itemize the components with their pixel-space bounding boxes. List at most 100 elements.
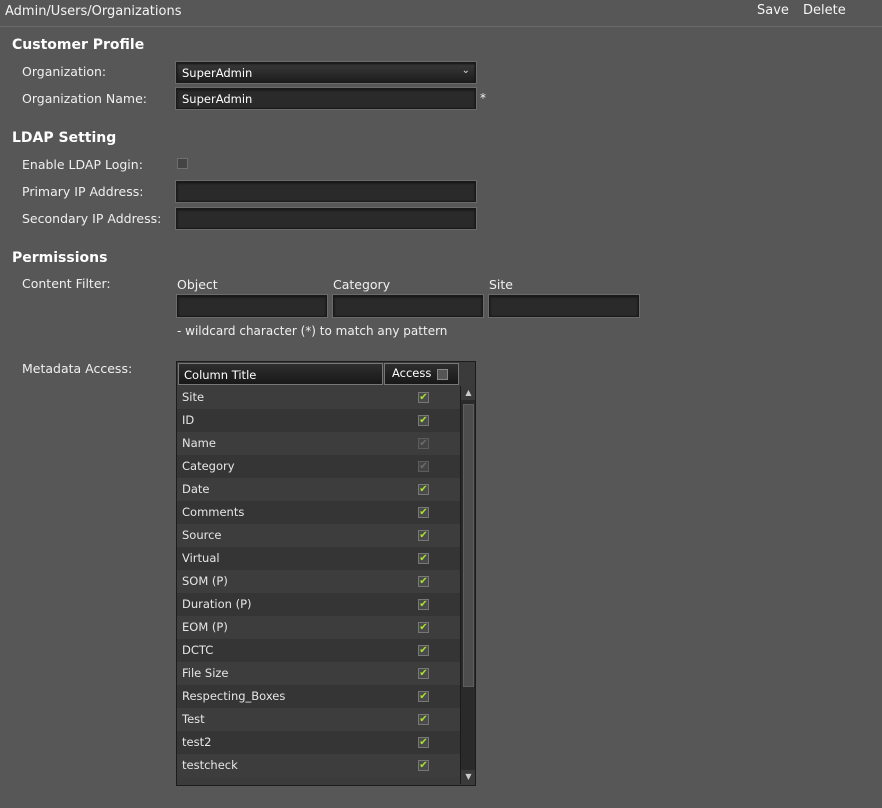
check-icon: ✔ xyxy=(419,553,428,564)
access-checkbox[interactable]: ✔ xyxy=(418,507,429,518)
check-icon: ✔ xyxy=(419,461,428,472)
customer-profile-heading: Customer Profile xyxy=(12,37,145,53)
table-row[interactable]: Respecting_Boxes ✔ xyxy=(177,685,460,708)
check-icon: ✔ xyxy=(419,530,428,541)
table-row[interactable]: ID ✔ xyxy=(177,409,460,432)
permissions-heading: Permissions xyxy=(12,250,108,266)
table-row[interactable]: DCTC ✔ xyxy=(177,639,460,662)
filter-category-input[interactable] xyxy=(333,295,483,317)
table-row[interactable]: Category ✔ xyxy=(177,455,460,478)
table-row[interactable]: SOM (P) ✔ xyxy=(177,570,460,593)
column-title-cell: DCTC xyxy=(182,643,214,657)
column-title-cell: testcheck xyxy=(182,758,238,772)
access-checkbox[interactable]: ✔ xyxy=(418,645,429,656)
access-checkbox[interactable]: ✔ xyxy=(418,760,429,771)
table-row[interactable]: Comments ✔ xyxy=(177,501,460,524)
table-row[interactable]: Name ✔ xyxy=(177,432,460,455)
access-checkbox: ✔ xyxy=(418,438,429,449)
filter-category-header: Category xyxy=(333,277,391,292)
column-title-cell: test2 xyxy=(182,735,212,749)
table-row[interactable]: EOM (P) ✔ xyxy=(177,616,460,639)
check-icon: ✔ xyxy=(419,438,428,449)
access-checkbox[interactable]: ✔ xyxy=(418,737,429,748)
check-icon: ✔ xyxy=(419,737,428,748)
table-row[interactable]: Source ✔ xyxy=(177,524,460,547)
check-icon: ✔ xyxy=(419,392,428,403)
wildcard-hint: - wildcard character (*) to match any pa… xyxy=(177,324,448,338)
content-filter-label: Content Filter: xyxy=(22,276,111,291)
check-icon: ✔ xyxy=(419,714,428,725)
primary-ip-input[interactable] xyxy=(176,181,476,202)
check-icon: ✔ xyxy=(419,415,428,426)
check-icon: ✔ xyxy=(419,576,428,587)
delete-button[interactable]: Delete xyxy=(803,3,846,18)
organization-select-value: SuperAdmin xyxy=(182,66,253,80)
chevron-down-icon: ⌄ xyxy=(461,65,470,76)
access-checkbox: ✔ xyxy=(418,461,429,472)
column-title-cell: Respecting_Boxes xyxy=(182,689,286,703)
access-checkbox[interactable]: ✔ xyxy=(418,530,429,541)
scroll-down-icon[interactable]: ▼ xyxy=(461,770,475,784)
grid-scrollbar[interactable]: ▲ ▼ xyxy=(460,386,475,784)
primary-ip-label: Primary IP Address: xyxy=(22,184,144,199)
table-row[interactable]: Site ✔ xyxy=(177,386,460,409)
check-icon: ✔ xyxy=(419,507,428,518)
organization-label: Organization: xyxy=(22,64,107,79)
grid-header: Column Title Access xyxy=(177,362,460,386)
column-title-cell: Site xyxy=(182,390,205,404)
organization-name-label: Organization Name: xyxy=(22,91,147,106)
column-title-cell: Duration (P) xyxy=(182,597,252,611)
enable-ldap-label: Enable LDAP Login: xyxy=(22,157,143,172)
column-title-cell: Name xyxy=(182,436,216,450)
table-row[interactable]: Duration (P) ✔ xyxy=(177,593,460,616)
access-header-label: Access xyxy=(392,366,432,380)
scroll-up-icon[interactable]: ▲ xyxy=(461,386,475,400)
column-title-cell: Date xyxy=(182,482,210,496)
access-checkbox[interactable]: ✔ xyxy=(418,576,429,587)
table-row[interactable]: test2 ✔ xyxy=(177,731,460,754)
select-all-checkbox[interactable] xyxy=(437,369,448,380)
access-checkbox[interactable]: ✔ xyxy=(418,415,429,426)
filter-site-header: Site xyxy=(489,277,513,292)
column-title-cell: Test xyxy=(182,712,205,726)
top-bar: Admin/Users/Organizations Save Delete xyxy=(0,0,882,27)
column-title-cell: File Size xyxy=(182,666,229,680)
organization-name-input[interactable]: SuperAdmin xyxy=(176,88,476,109)
table-row[interactable]: Date ✔ xyxy=(177,478,460,501)
column-title-cell: EOM (P) xyxy=(182,620,228,634)
grid-rows: Site ✔ ID ✔ Name ✔ Category ✔ Date ✔ Comments ✔ Sour… xyxy=(177,386,460,777)
filter-site-input[interactable] xyxy=(489,295,639,317)
column-title-cell: Virtual xyxy=(182,551,220,565)
check-icon: ✔ xyxy=(419,622,428,633)
metadata-access-label: Metadata Access: xyxy=(22,361,133,376)
access-checkbox[interactable]: ✔ xyxy=(418,553,429,564)
access-checkbox[interactable]: ✔ xyxy=(418,691,429,702)
access-checkbox[interactable]: ✔ xyxy=(418,484,429,495)
access-checkbox[interactable]: ✔ xyxy=(418,668,429,679)
organization-select[interactable]: SuperAdmin ⌄ xyxy=(176,62,476,83)
check-icon: ✔ xyxy=(419,760,428,771)
ldap-heading: LDAP Setting xyxy=(12,130,117,146)
access-checkbox[interactable]: ✔ xyxy=(418,392,429,403)
check-icon: ✔ xyxy=(419,668,428,679)
breadcrumb: Admin/Users/Organizations xyxy=(5,4,182,19)
save-button[interactable]: Save xyxy=(757,3,789,18)
check-icon: ✔ xyxy=(419,645,428,656)
filter-object-input[interactable] xyxy=(177,295,327,317)
enable-ldap-checkbox[interactable] xyxy=(177,158,188,169)
column-title-header[interactable]: Column Title xyxy=(178,363,383,385)
access-header[interactable]: Access xyxy=(384,363,459,385)
access-checkbox[interactable]: ✔ xyxy=(418,714,429,725)
column-title-cell: ID xyxy=(182,413,195,427)
table-row[interactable]: Virtual ✔ xyxy=(177,547,460,570)
secondary-ip-input[interactable] xyxy=(176,208,476,229)
required-marker: * xyxy=(480,91,486,105)
table-row[interactable]: File Size ✔ xyxy=(177,662,460,685)
scrollbar-thumb[interactable] xyxy=(463,404,474,687)
table-row[interactable]: testcheck ✔ xyxy=(177,754,460,777)
table-row[interactable]: Test ✔ xyxy=(177,708,460,731)
access-checkbox[interactable]: ✔ xyxy=(418,599,429,610)
column-title-cell: Category xyxy=(182,459,235,473)
check-icon: ✔ xyxy=(419,691,428,702)
access-checkbox[interactable]: ✔ xyxy=(418,622,429,633)
